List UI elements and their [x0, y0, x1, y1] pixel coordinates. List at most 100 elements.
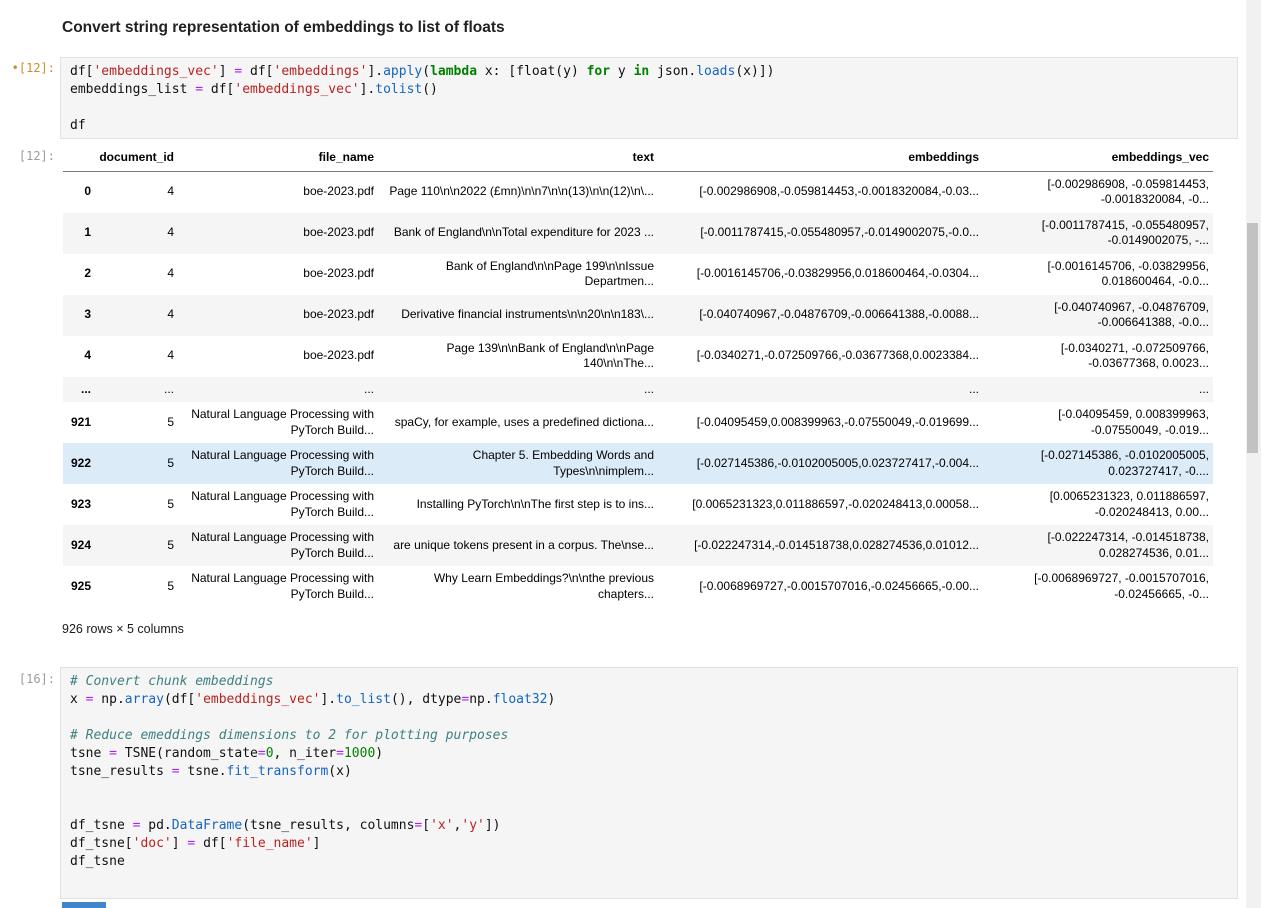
table-cell: 4 [95, 254, 178, 295]
table-cell: 4 [95, 295, 178, 336]
code-token: df_tsne[ [70, 836, 133, 851]
code-token: df[ [195, 836, 226, 851]
table-cell: Natural Language Processing with PyTorch… [178, 566, 378, 607]
table-cell: [-0.040740967,-0.04876709,-0.006641388,-… [658, 295, 983, 336]
markdown-heading: Convert string representation of embeddi… [62, 19, 505, 37]
code-token: for [587, 64, 610, 79]
code-token: float32 [493, 692, 548, 707]
table-cell: boe-2023.pdf [178, 171, 378, 213]
row-index: ... [63, 377, 95, 403]
code-token: = [336, 746, 344, 761]
code-token: json. [649, 64, 696, 79]
code-token: embeddings_list [70, 82, 195, 97]
table-cell: Bank of England\n\nPage 199\n\nIssue Dep… [378, 254, 658, 295]
code-token: 'y' [461, 818, 484, 833]
dataframe-table: document_idfile_nametextembeddingsembedd… [63, 145, 1213, 607]
code-token: (x) [328, 764, 351, 779]
code-token: = [109, 746, 117, 761]
code-token: ]. [360, 82, 376, 97]
column-header: document_id [95, 145, 178, 171]
code-token: DataFrame [172, 818, 242, 833]
code-token: to_list [336, 692, 391, 707]
code-editor-cell-16[interactable]: # Convert chunk embeddingsx = np.array(d… [60, 667, 1238, 899]
table-cell: 4 [95, 336, 178, 377]
code-token: 'x' [430, 818, 453, 833]
table-row: .................. [63, 377, 1213, 403]
table-cell: [-0.022247314, -0.014518738, 0.028274536… [983, 525, 1213, 566]
table-row: 44boe-2023.pdfPage 139\n\nBank of Englan… [63, 336, 1213, 377]
code-token: tsne. [180, 764, 227, 779]
code-token: (tsne_results, columns [242, 818, 414, 833]
code-token: pd. [140, 818, 171, 833]
table-cell: [-0.0016145706, -0.03829956, 0.018600464… [983, 254, 1213, 295]
table-cell: [-0.0340271, -0.072509766, -0.03677368, … [983, 336, 1213, 377]
column-header: file_name [178, 145, 378, 171]
table-cell: Derivative financial instruments\n\n20\n… [378, 295, 658, 336]
table-cell: 5 [95, 566, 178, 607]
row-index: 921 [63, 402, 95, 443]
table-cell: Bank of England\n\nTotal expenditure for… [378, 213, 658, 254]
table-cell: [-0.040740967, -0.04876709, -0.006641388… [983, 295, 1213, 336]
code-token: ) [375, 746, 383, 761]
table-cell: ... [95, 377, 178, 403]
table-cell: [-0.002986908, -0.059814453, -0.00183200… [983, 171, 1213, 213]
code-token: , n_iter [274, 746, 337, 761]
code-token: 0 [266, 746, 274, 761]
vertical-scrollbar-track[interactable] [1246, 0, 1261, 908]
partial-blue-element [62, 902, 106, 908]
table-cell: ... [983, 377, 1213, 403]
column-header: embeddings_vec [983, 145, 1213, 171]
table-row: 14boe-2023.pdfBank of England\n\nTotal e… [63, 213, 1213, 254]
code-token: 'doc' [133, 836, 172, 851]
table-cell: [-0.0016145706,-0.03829956,0.018600464,-… [658, 254, 983, 295]
dataframe-output: document_idfile_nametextembeddingsembedd… [63, 145, 1213, 607]
dataframe-body: 04boe-2023.pdfPage 110\n\n2022 (£mn)\n\n… [63, 171, 1213, 607]
code-token: (df[ [164, 692, 195, 707]
table-cell: 5 [95, 525, 178, 566]
code-token: = [258, 746, 266, 761]
code-token: = [172, 764, 180, 779]
code-token: x [70, 692, 86, 707]
table-cell: ... [658, 377, 983, 403]
code-token: np. [469, 692, 492, 707]
code-token: 1000 [344, 746, 375, 761]
code-token: ]. [320, 692, 336, 707]
input-prompt-16: [16]: [0, 672, 55, 686]
table-cell: Chapter 5. Embedding Words and Types\n\n… [378, 443, 658, 484]
code-token: = [195, 82, 203, 97]
table-cell: 5 [95, 443, 178, 484]
code-token: [ [422, 818, 430, 833]
code-token: # Reduce emeddings dimensions to 2 for p… [70, 728, 508, 743]
vertical-scrollbar-thumb[interactable] [1247, 223, 1258, 453]
table-cell: Natural Language Processing with PyTorch… [178, 402, 378, 443]
code-token: df[ [70, 64, 93, 79]
table-row: 34boe-2023.pdfDerivative financial instr… [63, 295, 1213, 336]
code-token: # Convert chunk embeddings [70, 674, 274, 689]
row-index: 922 [63, 443, 95, 484]
table-cell: [-0.027145386,-0.0102005005,0.023727417,… [658, 443, 983, 484]
code-token: TSNE(random_state [117, 746, 258, 761]
dataframe-header-row: document_idfile_nametextembeddingsembedd… [63, 145, 1213, 171]
code-token: ( [422, 64, 430, 79]
code-token: lambda [430, 64, 477, 79]
output-prompt-12: [12]: [0, 149, 55, 163]
input-prompt-12: •[12]: [0, 61, 55, 75]
row-index: 4 [63, 336, 95, 377]
table-row: 9235Natural Language Processing with PyT… [63, 484, 1213, 525]
table-cell: spaCy, for example, uses a predefined di… [378, 402, 658, 443]
table-cell: Installing PyTorch\n\nThe first step is … [378, 484, 658, 525]
table-cell: Natural Language Processing with PyTorch… [178, 525, 378, 566]
table-cell: are unique tokens present in a corpus. T… [378, 525, 658, 566]
code-editor-cell-12[interactable]: df['embeddings_vec'] = df['embeddings'].… [60, 57, 1238, 139]
code-token: 'embeddings_vec' [195, 692, 320, 707]
code-token: tsne [70, 746, 109, 761]
code-token: x: [float(y) [477, 64, 587, 79]
table-cell: Natural Language Processing with PyTorch… [178, 443, 378, 484]
table-cell: [-0.0068969727,-0.0015707016,-0.02456665… [658, 566, 983, 607]
code-token: (x)]) [735, 64, 774, 79]
row-index: 923 [63, 484, 95, 525]
table-cell: 4 [95, 213, 178, 254]
table-cell: Why Learn Embeddings?\n\nthe previous ch… [378, 566, 658, 607]
table-row: 04boe-2023.pdfPage 110\n\n2022 (£mn)\n\n… [63, 171, 1213, 213]
table-cell: 5 [95, 402, 178, 443]
